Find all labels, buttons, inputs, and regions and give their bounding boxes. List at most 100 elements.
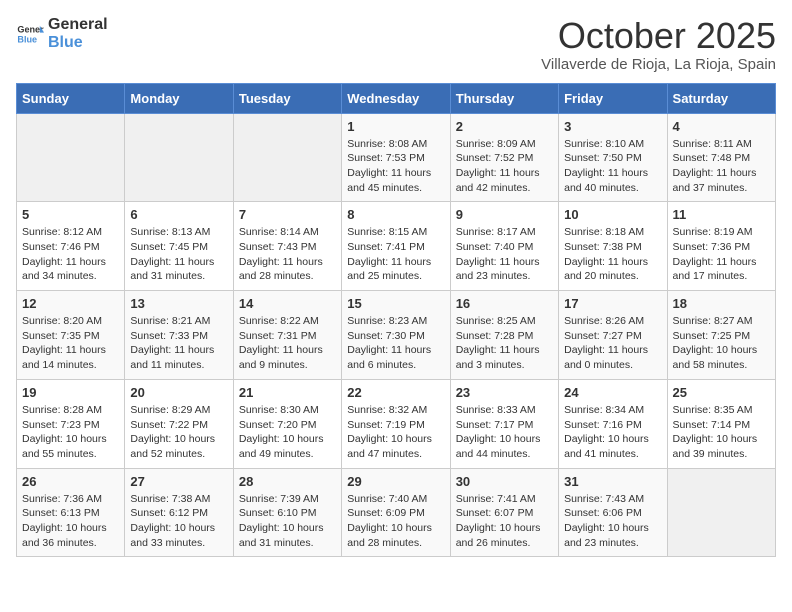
day-info: Sunrise: 7:39 AMSunset: 6:10 PMDaylight:… (239, 492, 336, 551)
day-number: 9 (456, 207, 553, 222)
day-number: 11 (673, 207, 770, 222)
calendar-cell: 24 Sunrise: 8:34 AMSunset: 7:16 PMDayligh… (559, 379, 667, 468)
day-number: 7 (239, 207, 336, 222)
svg-text:Blue: Blue (17, 34, 37, 44)
day-number: 28 (239, 474, 336, 489)
calendar-cell: 12 Sunrise: 8:20 AMSunset: 7:35 PMDayligh… (17, 291, 125, 380)
calendar-cell: 26 Sunrise: 7:36 AMSunset: 6:13 PMDayligh… (17, 468, 125, 557)
calendar-cell: 28 Sunrise: 7:39 AMSunset: 6:10 PMDayligh… (233, 468, 341, 557)
day-info: Sunrise: 8:20 AMSunset: 7:35 PMDaylight:… (22, 314, 119, 373)
day-info: Sunrise: 8:23 AMSunset: 7:30 PMDaylight:… (347, 314, 444, 373)
day-info: Sunrise: 7:41 AMSunset: 6:07 PMDaylight:… (456, 492, 553, 551)
calendar-cell: 8 Sunrise: 8:15 AMSunset: 7:41 PMDaylight… (342, 202, 450, 291)
page-header: General Blue General Blue October 2025 V… (16, 16, 776, 73)
logo-general: General (48, 16, 108, 34)
calendar-cell: 16Sunrise: 8:25 AMSunset: 7:28 PMDayligh… (450, 291, 558, 380)
day-info: Sunrise: 8:28 AMSunset: 7:23 PMDaylight:… (22, 403, 119, 462)
day-number: 22 (347, 385, 444, 400)
calendar-cell: 7Sunrise: 8:14 AMSunset: 7:43 PMDaylight… (233, 202, 341, 291)
day-info: Sunrise: 8:15 AMSunset: 7:41 PMDaylight:… (347, 225, 444, 284)
day-info: Sunrise: 8:32 AMSunset: 7:19 PMDaylight:… (347, 403, 444, 462)
calendar-cell: 14 Sunrise: 8:22 AMSunset: 7:31 PMDayligh… (233, 291, 341, 380)
day-info: Sunrise: 8:30 AMSunset: 7:20 PMDaylight:… (239, 403, 336, 462)
calendar-cell: 11Sunrise: 8:19 AMSunset: 7:36 PMDayligh… (667, 202, 775, 291)
calendar-cell: 22 Sunrise: 8:32 AMSunset: 7:19 PMDayligh… (342, 379, 450, 468)
day-number: 21 (239, 385, 336, 400)
weekday-header-wednesday: Wednesday (342, 83, 450, 113)
day-number: 6 (130, 207, 227, 222)
day-info: Sunrise: 8:27 AMSunset: 7:25 PMDaylight:… (673, 314, 770, 373)
calendar-cell: 15Sunrise: 8:23 AMSunset: 7:30 PMDayligh… (342, 291, 450, 380)
title-block: October 2025 Villaverde de Rioja, La Rio… (541, 16, 776, 73)
day-number: 3 (564, 119, 661, 134)
day-info: Sunrise: 8:08 AMSunset: 7:53 PMDaylight:… (347, 137, 444, 196)
calendar-cell (233, 113, 341, 202)
day-number: 27 (130, 474, 227, 489)
calendar-cell (17, 113, 125, 202)
day-number: 14 (239, 296, 336, 311)
day-info: Sunrise: 8:34 AMSunset: 7:16 PMDaylight:… (564, 403, 661, 462)
day-number: 25 (673, 385, 770, 400)
month-title: October 2025 (541, 16, 776, 56)
day-number: 20 (130, 385, 227, 400)
calendar-cell (667, 468, 775, 557)
calendar-cell: 10Sunrise: 8:18 AMSunset: 7:38 PMDayligh… (559, 202, 667, 291)
day-number: 26 (22, 474, 119, 489)
day-info: Sunrise: 8:09 AMSunset: 7:52 PMDaylight:… (456, 137, 553, 196)
calendar-cell: 17 Sunrise: 8:26 AMSunset: 7:27 PMDayligh… (559, 291, 667, 380)
day-info: Sunrise: 8:13 AMSunset: 7:45 PMDaylight:… (130, 225, 227, 284)
calendar-table: SundayMondayTuesdayWednesdayThursdayFrid… (16, 83, 776, 558)
day-number: 13 (130, 296, 227, 311)
calendar-cell: 19Sunrise: 8:28 AMSunset: 7:23 PMDayligh… (17, 379, 125, 468)
calendar-week-2: 5 Sunrise: 8:12 AMSunset: 7:46 PMDaylight… (17, 202, 776, 291)
calendar-header: SundayMondayTuesdayWednesdayThursdayFrid… (17, 83, 776, 113)
day-number: 8 (347, 207, 444, 222)
day-info: Sunrise: 8:22 AMSunset: 7:31 PMDaylight:… (239, 314, 336, 373)
day-number: 18 (673, 296, 770, 311)
day-info: Sunrise: 8:11 AMSunset: 7:48 PMDaylight:… (673, 137, 770, 196)
day-info: Sunrise: 8:10 AMSunset: 7:50 PMDaylight:… (564, 137, 661, 196)
calendar-cell: 20 Sunrise: 8:29 AMSunset: 7:22 PMDayligh… (125, 379, 233, 468)
weekday-header-sunday: Sunday (17, 83, 125, 113)
weekday-header-thursday: Thursday (450, 83, 558, 113)
location-subtitle: Villaverde de Rioja, La Rioja, Spain (541, 56, 776, 73)
day-number: 2 (456, 119, 553, 134)
weekday-header-friday: Friday (559, 83, 667, 113)
day-number: 30 (456, 474, 553, 489)
calendar-cell (125, 113, 233, 202)
calendar-cell: 2 Sunrise: 8:09 AMSunset: 7:52 PMDaylight… (450, 113, 558, 202)
day-info: Sunrise: 7:38 AMSunset: 6:12 PMDaylight:… (130, 492, 227, 551)
calendar-cell: 27 Sunrise: 7:38 AMSunset: 6:12 PMDayligh… (125, 468, 233, 557)
day-number: 23 (456, 385, 553, 400)
day-number: 5 (22, 207, 119, 222)
day-info: Sunrise: 7:40 AMSunset: 6:09 PMDaylight:… (347, 492, 444, 551)
calendar-cell: 6 Sunrise: 8:13 AMSunset: 7:45 PMDaylight… (125, 202, 233, 291)
day-info: Sunrise: 8:33 AMSunset: 7:17 PMDaylight:… (456, 403, 553, 462)
logo-icon: General Blue (16, 20, 44, 48)
weekday-header-saturday: Saturday (667, 83, 775, 113)
day-number: 24 (564, 385, 661, 400)
day-number: 29 (347, 474, 444, 489)
calendar-cell: 13Sunrise: 8:21 AMSunset: 7:33 PMDayligh… (125, 291, 233, 380)
day-info: Sunrise: 8:12 AMSunset: 7:46 PMDaylight:… (22, 225, 119, 284)
calendar-week-1: 1 Sunrise: 8:08 AMSunset: 7:53 PMDaylight… (17, 113, 776, 202)
calendar-cell: 21 Sunrise: 8:30 AMSunset: 7:20 PMDayligh… (233, 379, 341, 468)
calendar-cell: 23 Sunrise: 8:33 AMSunset: 7:17 PMDayligh… (450, 379, 558, 468)
day-number: 17 (564, 296, 661, 311)
weekday-header-monday: Monday (125, 83, 233, 113)
day-info: Sunrise: 8:29 AMSunset: 7:22 PMDaylight:… (130, 403, 227, 462)
day-number: 12 (22, 296, 119, 311)
day-info: Sunrise: 8:25 AMSunset: 7:28 PMDaylight:… (456, 314, 553, 373)
logo-blue: Blue (48, 34, 108, 52)
day-info: Sunrise: 8:26 AMSunset: 7:27 PMDaylight:… (564, 314, 661, 373)
calendar-cell: 31Sunrise: 7:43 AMSunset: 6:06 PMDayligh… (559, 468, 667, 557)
weekday-header-tuesday: Tuesday (233, 83, 341, 113)
calendar-cell: 4Sunrise: 8:11 AMSunset: 7:48 PMDaylight… (667, 113, 775, 202)
day-info: Sunrise: 7:36 AMSunset: 6:13 PMDaylight:… (22, 492, 119, 551)
calendar-cell: 1 Sunrise: 8:08 AMSunset: 7:53 PMDaylight… (342, 113, 450, 202)
calendar-cell: 9Sunrise: 8:17 AMSunset: 7:40 PMDaylight… (450, 202, 558, 291)
calendar-week-4: 19Sunrise: 8:28 AMSunset: 7:23 PMDayligh… (17, 379, 776, 468)
calendar-cell: 25Sunrise: 8:35 AMSunset: 7:14 PMDayligh… (667, 379, 775, 468)
day-number: 1 (347, 119, 444, 134)
calendar-week-3: 12 Sunrise: 8:20 AMSunset: 7:35 PMDayligh… (17, 291, 776, 380)
